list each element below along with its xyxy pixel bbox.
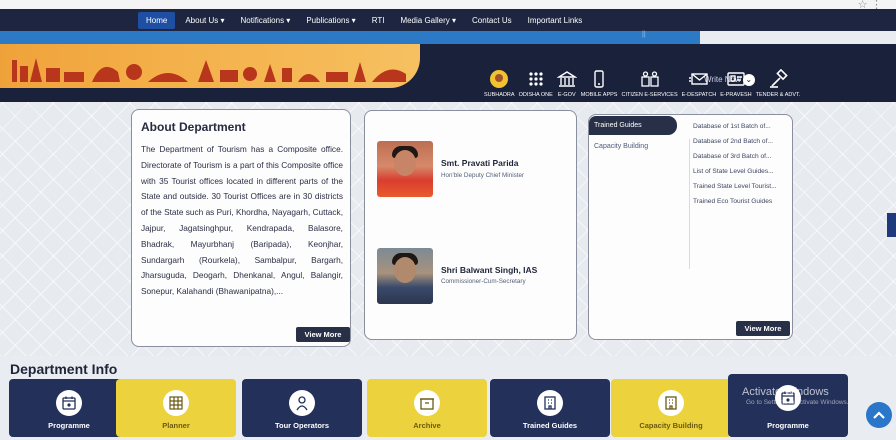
about-view-more-button[interactable]: View More: [296, 327, 350, 342]
about-text: The Department of Tourism has a Composit…: [141, 144, 344, 297]
nav-important-links[interactable]: Important Links: [528, 16, 583, 25]
tab-trained-guides[interactable]: Trained Guides: [589, 116, 677, 135]
portal-e-despatch[interactable]: E-DESPATCH: [681, 62, 717, 98]
tab-capacity-building[interactable]: Capacity Building: [594, 143, 648, 150]
department-info-title: Department Info: [10, 361, 118, 377]
portal-citizen-e-services[interactable]: CITIZEN E-SERVICES: [621, 62, 678, 98]
divider: [689, 139, 690, 269]
portal-mobile-apps[interactable]: MOBILE APPS: [580, 62, 618, 98]
tile-label: Programme: [48, 421, 90, 430]
portal-label: MOBILE APPS: [580, 92, 618, 98]
portal-label: E-DESPATCH: [681, 92, 717, 98]
nav-notifications[interactable]: Notifications ▾: [241, 16, 291, 25]
official-name: Smt. Pravati Parida: [441, 158, 519, 168]
calendar-icon: [56, 390, 82, 416]
activate-windows-watermark: Activate Windows Go to Settings to activ…: [742, 386, 849, 406]
portal-label: E-PRAVESH: [720, 92, 752, 98]
portal-label: ODISHA ONE: [518, 92, 553, 98]
guide-link[interactable]: Database of 1st Batch of...: [693, 119, 789, 134]
gavel-icon: [768, 69, 788, 89]
tile-capacity-building[interactable]: Capacity Building: [611, 379, 731, 437]
guide-link[interactable]: Trained State Level Tourist...: [693, 179, 789, 194]
guides-view-more-button[interactable]: View More: [736, 321, 790, 336]
face-shape: [394, 257, 416, 283]
envelope-icon: [688, 69, 709, 89]
guide-link[interactable]: Trained Eco Tourist Guides: [693, 194, 789, 209]
odisha-one-icon: [526, 69, 546, 89]
officials-card: Smt. Pravati Parida Hon'ble Deputy Chief…: [364, 110, 577, 340]
tile-label: Programme: [767, 421, 809, 430]
nav-rti[interactable]: RTI: [372, 16, 385, 25]
tile-label: Archive: [413, 421, 441, 430]
guides-card: Trained Guides Capacity Building Databas…: [588, 114, 793, 340]
tour-operator-icon: [289, 390, 315, 416]
tile-trained-guides[interactable]: Trained Guides: [490, 379, 610, 437]
portal-label: E-GOV: [557, 92, 576, 98]
heritage-skyline-icon: [12, 58, 406, 82]
nav-publications[interactable]: Publications ▾: [306, 16, 355, 25]
subhadra-icon: [489, 69, 509, 89]
official-name: Shri Balwant Singh, IAS: [441, 265, 538, 275]
scroll-to-top-button[interactable]: [866, 402, 892, 428]
portal-subhadra[interactable]: SUBHADRA: [484, 62, 515, 98]
nav-home[interactable]: Home: [138, 11, 176, 29]
official-photo: [377, 141, 433, 197]
chevron-up-icon: [873, 411, 885, 419]
guide-link[interactable]: List of State Level Guides...: [693, 164, 789, 179]
official-designation: Commissioner-Cum-Secretary: [441, 278, 526, 285]
portal-links: SUBHADRA ODISHA ONE E-GOV MOBILE APPS CI…: [484, 62, 804, 102]
nav-about-us[interactable]: About Us ▾: [185, 16, 224, 25]
portal-e-pravesh[interactable]: E-PRAVESH: [720, 62, 752, 98]
tile-tour-operators[interactable]: Tour Operators: [242, 379, 362, 437]
portal-e-gov[interactable]: E-GOV: [556, 62, 577, 98]
activate-title: Activate Windows: [742, 386, 829, 398]
id-card-icon: [726, 69, 746, 89]
portal-label: TENDER & ADVT.: [755, 92, 801, 98]
tile-programme[interactable]: Programme: [9, 379, 129, 437]
tile-label: Trained Guides: [522, 421, 578, 430]
browser-strip: ☆ ⋮: [0, 0, 896, 11]
heritage-banner: [0, 44, 420, 88]
citizen-group-icon: [640, 69, 660, 89]
main-nav: Home About Us ▾ Notifications ▾ Publicat…: [0, 9, 896, 31]
building-icon: [537, 390, 563, 416]
government-building-icon: [556, 69, 577, 89]
face-shape: [394, 150, 416, 176]
tile-archive[interactable]: Archive: [367, 379, 487, 437]
about-title: About Department: [141, 120, 246, 134]
nav-media-gallery[interactable]: Media Gallery ▾: [400, 16, 456, 25]
portal-label: CITIZEN E-SERVICES: [621, 92, 678, 98]
tile-label: Capacity Building: [639, 421, 703, 430]
guide-link[interactable]: Database of 3rd Batch of...: [693, 149, 789, 164]
tile-label: Tour Operators: [274, 421, 330, 430]
official-designation: Hon'ble Deputy Chief Minister: [441, 172, 525, 179]
archive-icon: [414, 390, 440, 416]
guide-link[interactable]: Database of 2nd Batch of...: [693, 134, 789, 149]
mobile-phone-icon: [589, 69, 609, 89]
official-photo: [377, 248, 433, 304]
portal-tender-advt[interactable]: TENDER & ADVT.: [755, 62, 801, 98]
accent-bar: ||: [0, 31, 700, 44]
guides-list: Database of 1st Batch of... Database of …: [693, 119, 789, 209]
planner-icon: [163, 390, 189, 416]
portal-label: SUBHADRA: [484, 92, 515, 98]
tile-label: Planner: [162, 421, 190, 430]
nav-contact-us[interactable]: Contact Us: [472, 16, 512, 25]
activate-subtitle: Go to Settings to activate Windows.: [746, 399, 849, 406]
about-department-card: About Department The Department of Touri…: [131, 109, 351, 347]
side-feedback-tab[interactable]: [887, 213, 896, 237]
accent-dots: ||: [642, 31, 646, 38]
portal-odisha-one[interactable]: ODISHA ONE: [519, 62, 553, 98]
tile-planner[interactable]: Planner: [116, 379, 236, 437]
building-icon: [658, 390, 684, 416]
